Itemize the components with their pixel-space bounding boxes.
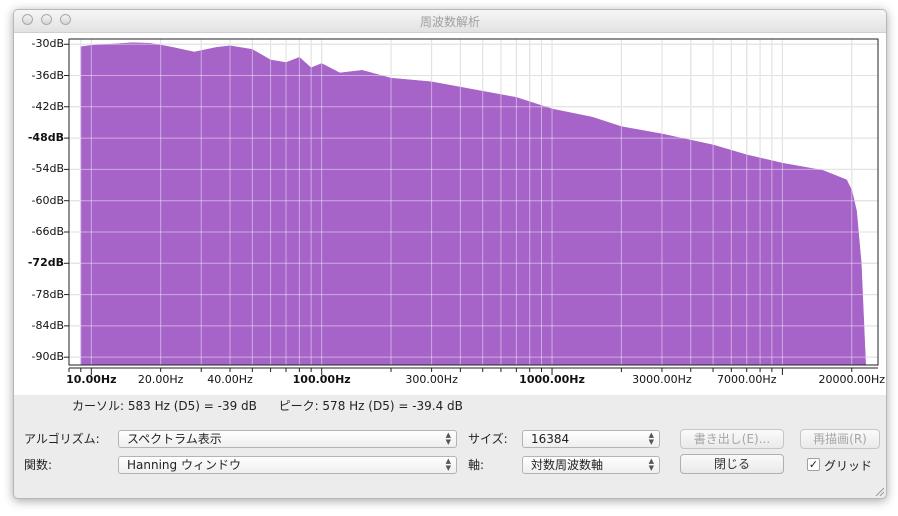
select-arrows-icon: ▲ ▼ [648,457,654,472]
axis-label: 軸: [468,458,485,472]
grid-label: グリッド [824,459,873,473]
x-tick-label: 20.00Hz [137,373,184,386]
x-tick-label: 1000.00Hz [519,373,585,386]
algorithm-value: スペクトラム表示 [127,432,222,446]
peak-readout: ピーク: 578 Hz (D5) = -39.4 dB [278,399,463,413]
select-arrows-icon: ▲ ▼ [648,431,654,446]
algorithm-label: アルゴリズム: [24,432,100,446]
axis-value: 対数周波数軸 [531,458,604,472]
x-tick-label: 300.00Hz [405,373,458,386]
close-button[interactable]: 閉じる [680,454,784,474]
x-tick-label: 7000.00Hz [716,373,777,386]
size-label: サイズ: [468,432,508,446]
x-tick-label: 100.00Hz [292,373,351,386]
grid-checkbox[interactable]: ✓ [807,458,820,471]
checkmark-icon: ✓ [808,458,819,471]
cursor-readout-line: カーソル: 583 Hz (D5) = -39 dB ピーク: 578 Hz (… [72,397,463,414]
title-bar: 周波数解析 [14,10,886,33]
spectrum-plot [64,38,879,375]
axis-select[interactable]: 対数周波数軸 ▲ ▼ [522,456,660,474]
function-value: Hanning ウィンドウ [127,458,241,472]
resize-grip-icon[interactable] [874,486,884,496]
window-title: 周波数解析 [419,15,480,29]
size-select[interactable]: 16384 ▲ ▼ [522,430,660,448]
cursor-readout: カーソル: 583 Hz (D5) = -39 dB [72,399,257,413]
size-value: 16384 [531,432,570,446]
x-tick-label: 10.00Hz [66,373,117,386]
spectrum-plot-area: -30dB -36dB -42dB -48dB -54dB -60dB -66dB -72dB… [14,33,886,395]
function-label: 関数: [24,458,53,472]
replot-button[interactable]: 再描画(R) [800,429,880,449]
x-tick-label: 20000.00Hz [818,373,886,386]
select-arrows-icon: ▲ ▼ [445,431,451,446]
x-tick-label: 3000.00Hz [632,373,692,386]
export-button[interactable]: 書き出し(E)... [680,429,784,449]
x-tick-label: 40.00Hz [207,373,253,386]
algorithm-select[interactable]: スペクトラム表示 ▲ ▼ [118,430,457,448]
select-arrows-icon: ▲ ▼ [445,457,451,472]
frequency-analysis-window: 周波数解析 -30dB -36dB -42dB -48dB -54dB -60dB -66d… [13,9,887,499]
function-select[interactable]: Hanning ウィンドウ ▲ ▼ [118,456,457,474]
